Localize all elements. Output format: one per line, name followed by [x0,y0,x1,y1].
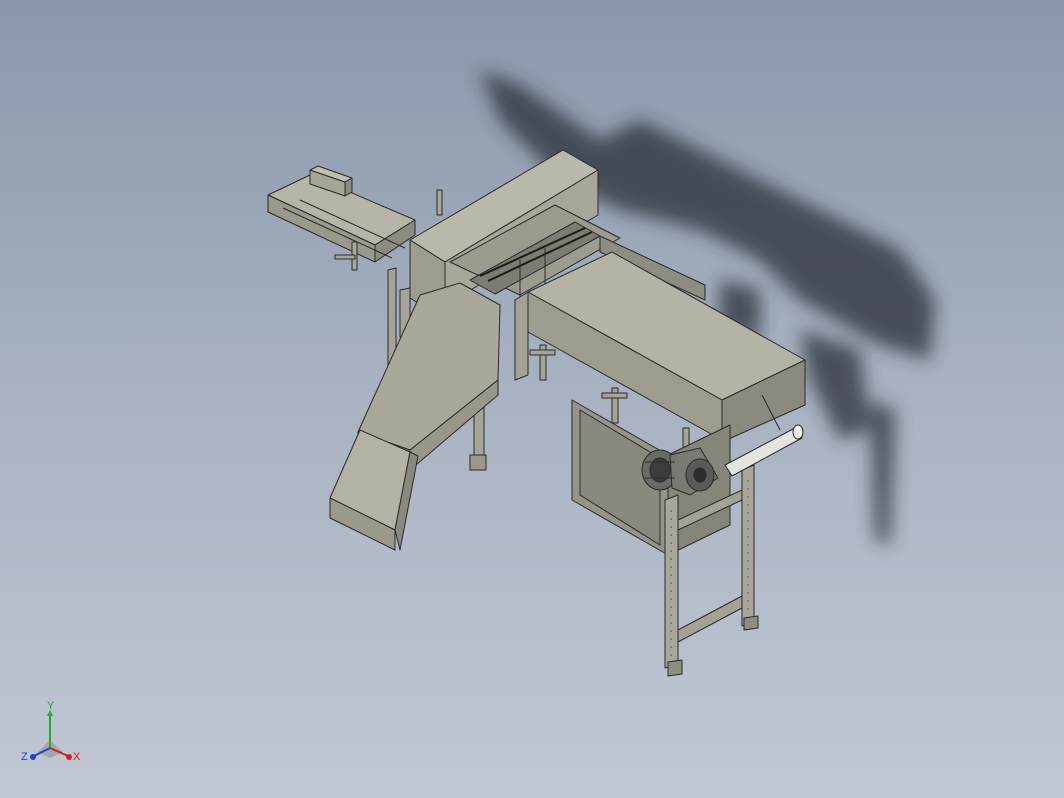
triad-graphic: Y X Z [21,700,81,763]
tunnel-housing [514,251,806,461]
y-axis-label: Y [47,700,55,712]
x-axis-label: X [73,751,81,763]
conveyor-machine-model[interactable] [0,0,1064,798]
x-axis-arrow-icon [66,754,72,760]
3d-graphics-viewport[interactable]: Y X Z [0,0,1064,798]
z-axis-arrow-icon [30,754,36,760]
coordinate-triad: Y X Z [18,700,88,772]
z-axis-label: Z [21,751,28,763]
